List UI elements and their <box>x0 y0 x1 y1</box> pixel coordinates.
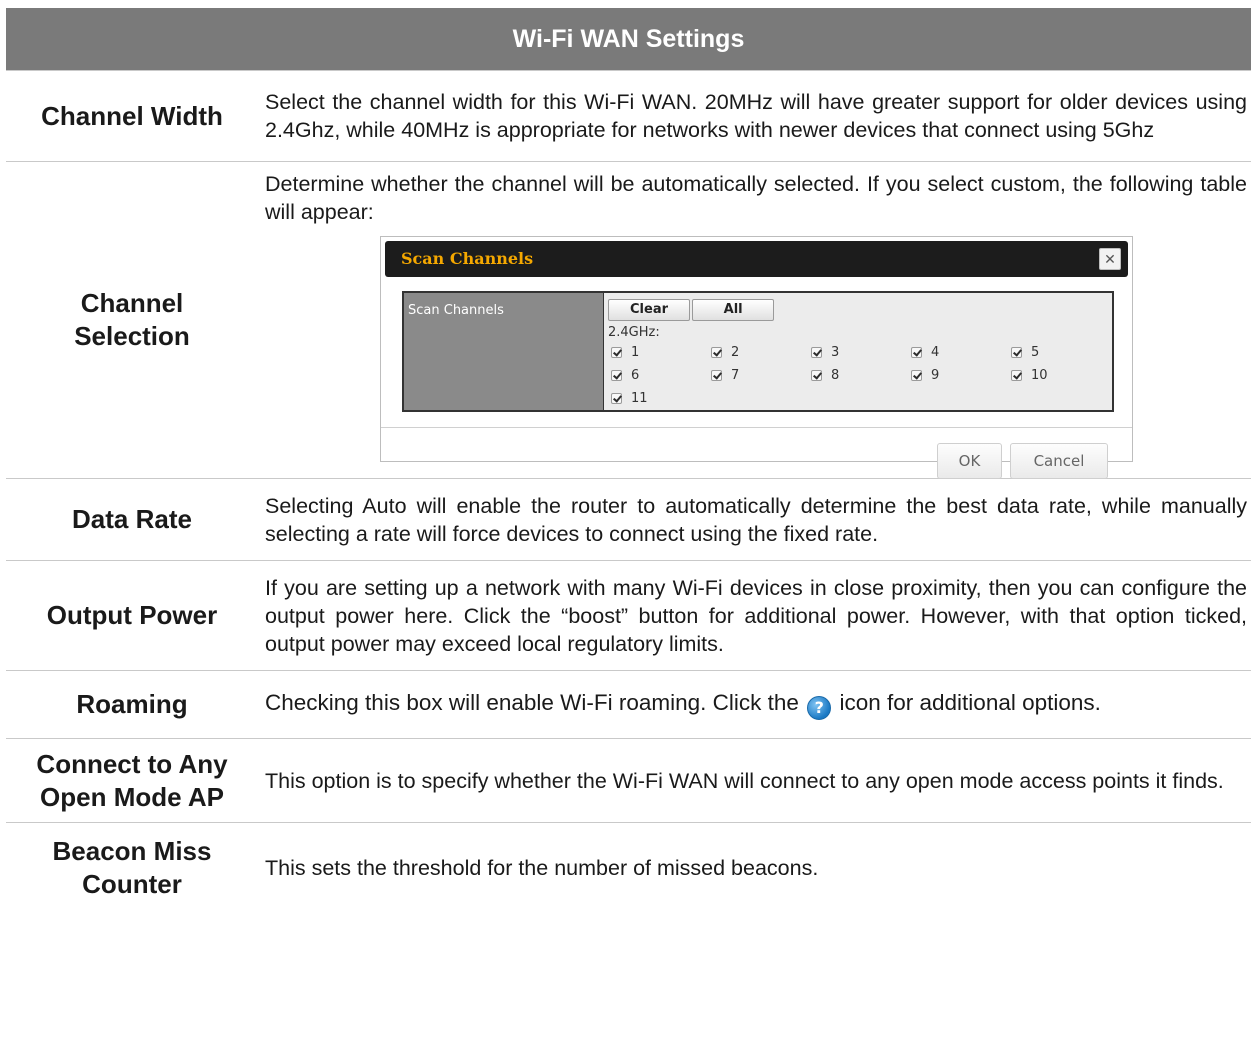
cancel-button[interactable]: Cancel <box>1010 443 1108 479</box>
scan-channels-label: Scan Channels <box>404 293 604 410</box>
row-description: This sets the threshold for the number o… <box>265 855 819 880</box>
dialog-divider <box>381 427 1132 428</box>
checkbox-checked-icon[interactable] <box>711 347 722 358</box>
dialog-titlebar: Scan Channels ✕ <box>385 241 1128 277</box>
help-icon: ? <box>807 696 832 720</box>
channel-checkbox[interactable]: 4 <box>908 341 1008 364</box>
channel-checkbox[interactable]: 1 <box>608 341 708 364</box>
checkbox-checked-icon[interactable] <box>1011 370 1022 381</box>
channel-checkbox[interactable]: 3 <box>808 341 908 364</box>
channel-grid: 1 2 3 4 5 6 7 8 9 10 11 <box>608 341 1108 410</box>
checkbox-checked-icon[interactable] <box>811 347 822 358</box>
row-data-rate: Data Rate Selecting Auto will enable the… <box>6 478 1251 560</box>
roaming-text-before: Checking this box will enable Wi-Fi roam… <box>265 690 799 715</box>
row-label: Connect to Any Open Mode AP <box>36 748 228 812</box>
row-description: If you are setting up a network with man… <box>265 575 1247 656</box>
checkbox-checked-icon[interactable] <box>811 370 822 381</box>
row-description: This option is to specify whether the Wi… <box>265 768 1224 793</box>
ok-button[interactable]: OK <box>937 443 1002 479</box>
row-description-container: Determine whether the channel will be au… <box>258 162 1251 479</box>
row-connect-open-ap: Connect to Any Open Mode AP This option … <box>6 738 1251 822</box>
all-button[interactable]: All <box>692 299 775 321</box>
row-description: Selecting Auto will enable the router to… <box>265 493 1247 546</box>
channel-checkbox[interactable]: 10 <box>1008 364 1108 387</box>
row-description: Determine whether the channel will be au… <box>265 172 1247 224</box>
scan-channels-dialog: Scan Channels ✕ Scan Channels Clear All … <box>380 236 1133 479</box>
channel-label: 10 <box>1031 367 1048 383</box>
row-channel-selection: Channel Selection Determine whether the … <box>6 161 1251 479</box>
row-roaming: Roaming Checking this box will enable Wi… <box>6 670 1251 738</box>
channel-checkbox[interactable]: 5 <box>1008 341 1108 364</box>
row-channel-width: Channel Width Select the channel width f… <box>6 70 1251 161</box>
channel-label: 11 <box>631 390 648 406</box>
channel-checkbox[interactable]: 9 <box>908 364 1008 387</box>
row-label: Channel Width <box>41 100 223 131</box>
channel-checkbox[interactable]: 2 <box>708 341 808 364</box>
channel-checkbox[interactable]: 6 <box>608 364 708 387</box>
dialog-title: Scan Channels <box>401 249 534 268</box>
channel-label: 8 <box>831 367 840 383</box>
scan-channels-field: Scan Channels Clear All 2.4GHz: 1 2 3 4 <box>402 291 1114 412</box>
row-beacon-miss-counter: Beacon Miss Counter This sets the thresh… <box>6 822 1251 912</box>
clear-button[interactable]: Clear <box>608 299 690 321</box>
row-label: Beacon Miss Counter <box>52 835 212 899</box>
roaming-text: Checking this box will enable Wi-Fi roam… <box>265 689 1247 720</box>
channel-label: 9 <box>931 367 940 383</box>
row-label: Channel Selection <box>74 288 190 351</box>
checkbox-checked-icon[interactable] <box>1011 347 1022 358</box>
wifi-wan-settings-table: Wi-Fi WAN Settings Channel Width Select … <box>6 8 1251 912</box>
scan-buttons: Clear All <box>608 296 1108 324</box>
checkbox-checked-icon[interactable] <box>711 370 722 381</box>
roaming-text-after: icon for additional options. <box>839 690 1101 715</box>
row-description: Checking this box will enable Wi-Fi roam… <box>258 671 1251 738</box>
checkbox-checked-icon[interactable] <box>611 393 622 404</box>
checkbox-checked-icon[interactable] <box>911 347 922 358</box>
channel-label: 7 <box>731 367 740 383</box>
close-icon[interactable]: ✕ <box>1099 248 1121 270</box>
channel-checkbox[interactable]: 11 <box>608 387 708 410</box>
scan-channels-values: Clear All 2.4GHz: 1 2 3 4 5 6 7 8 9 10 1… <box>604 293 1112 410</box>
checkbox-checked-icon[interactable] <box>911 370 922 381</box>
table-header: Wi-Fi WAN Settings <box>6 8 1251 70</box>
checkbox-checked-icon[interactable] <box>611 347 622 358</box>
row-description: Select the channel width for this Wi-Fi … <box>265 90 1247 142</box>
row-label: Data Rate <box>72 504 192 534</box>
row-label: Roaming <box>76 689 188 719</box>
checkbox-checked-icon[interactable] <box>611 370 622 381</box>
channel-checkbox[interactable]: 8 <box>808 364 908 387</box>
row-label: Output Power <box>46 600 218 630</box>
row-output-power: Output Power If you are setting up a net… <box>6 560 1251 670</box>
channel-checkbox[interactable]: 7 <box>708 364 808 387</box>
